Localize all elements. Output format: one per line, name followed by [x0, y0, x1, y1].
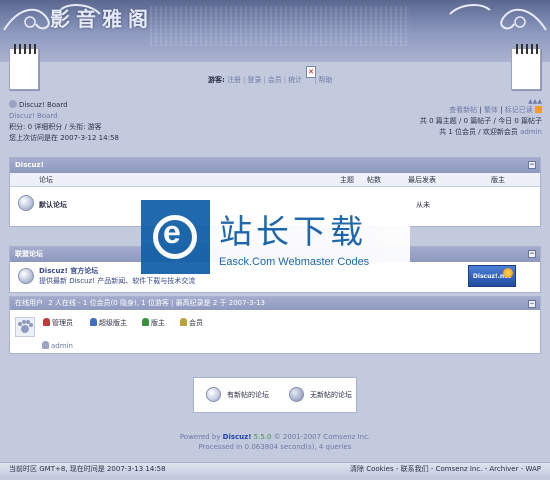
notebook-icon-right	[511, 44, 541, 90]
banner-texture	[150, 6, 410, 46]
board-stats: ▲▲▲ 查看新帖 | 繁体 | 标记已读 共 0 篇主题 / 0 篇帖子 / 今…	[420, 99, 542, 138]
member-icon	[180, 318, 187, 326]
new-posts-icon	[206, 387, 221, 402]
forum-column-header: 论坛 主题 帖数 最后发表 版主	[10, 173, 540, 187]
role-admin: 管理员	[43, 318, 73, 328]
forum-status-icon	[18, 195, 34, 211]
site-title[interactable]: 影音雅阁	[50, 3, 154, 32]
online-user: admin	[42, 341, 73, 350]
nav-help-link[interactable]: 帮助	[318, 76, 332, 84]
board-title-link[interactable]: Discuz! Board	[19, 101, 68, 109]
role-moderator: 版主	[142, 318, 165, 328]
quick-links: 查看新帖 | 繁体 | 标记已读	[420, 105, 542, 116]
processed-line: Processed in 0.063804 second(s), 4 queri…	[198, 443, 352, 451]
col-lastpost: 最后发表	[408, 176, 436, 184]
col-topics: 主题	[340, 176, 354, 184]
popup-close-icon[interactable]: ✕	[306, 66, 316, 78]
user-info: Discuz! Board Discuz! Board 积分: 0 详细积分 /…	[9, 100, 119, 144]
discuz-logo-button[interactable]: Discuz!.net	[468, 265, 516, 287]
guest-label: 游客:	[208, 76, 225, 84]
category-title[interactable]: Discuz!	[15, 161, 44, 169]
super-moderator-icon	[90, 318, 97, 326]
official-forum-desc: 提供最新 Discuz! 产品新闻、软件下载与技术交流	[39, 277, 196, 285]
discuz-version: 5.5.0	[253, 433, 272, 441]
paw-icon	[15, 317, 35, 337]
no-new-posts-icon	[289, 387, 304, 402]
board-icon	[9, 100, 17, 108]
new-member-link[interactable]: admin	[520, 128, 542, 136]
members-line: 共 1 位会员 / 欢迎新会员	[439, 128, 518, 136]
rss-icon[interactable]	[535, 106, 542, 113]
traditional-link[interactable]: 繁体	[484, 106, 498, 114]
nav-register-link[interactable]: 注册	[227, 76, 241, 84]
swirl-ornament-right	[449, 4, 547, 31]
col-posts: 帖数	[367, 176, 381, 184]
forum-name-link[interactable]: 默认论坛	[39, 200, 67, 210]
admin-icon	[43, 318, 50, 326]
online-stats: 2 人在线 - 1 位会员(0 隐身), 1 位游客 | 最高纪录是 2 于 2…	[48, 299, 266, 307]
role-super-moderator: 超级版主	[90, 318, 127, 328]
nav-stats-link[interactable]: 统计	[288, 76, 302, 84]
col-moderator: 版主	[491, 176, 505, 184]
copyright: © 2001-2007 Comsenz Inc.	[273, 433, 371, 441]
mark-read-link[interactable]: 标记已读	[505, 106, 533, 114]
notebook-icon-left	[9, 44, 39, 90]
powered-by: Powered by Discuz! 5.5.0 © 2001-2007 Com…	[0, 432, 550, 452]
watermark-logo: e	[141, 200, 210, 274]
moderator-icon	[142, 318, 149, 326]
alliance-title: 联盟论坛	[15, 250, 43, 258]
online-users-box: 在线用户 2 人在线 - 1 位会员(0 隐身), 1 位游客 | 最高纪录是 …	[9, 296, 541, 354]
forum-legend: 有新帖的论坛 无新帖的论坛	[193, 377, 357, 413]
forum-status-icon	[18, 268, 34, 284]
footer-timezone: 当前时区 GMT+8, 现在时间是 2007-3-13 14:58	[9, 465, 166, 473]
category-header: Discuz! −	[10, 158, 540, 173]
collapse-icon[interactable]: −	[528, 300, 536, 308]
official-forum-link[interactable]: Discuz! 官方论坛	[39, 266, 98, 276]
board-subtitle: Discuz! Board	[9, 112, 58, 120]
powered-prefix: Powered by	[179, 433, 221, 441]
view-new-posts-link[interactable]: 查看新帖	[449, 106, 477, 114]
watermark-cn-text: 站长下载	[219, 212, 367, 251]
header-banner: 影音雅阁	[0, 0, 550, 62]
online-title[interactable]: 在线用户	[15, 299, 43, 307]
footer-bar: 当前时区 GMT+8, 现在时间是 2007-3-13 14:58 清除 Coo…	[0, 462, 550, 475]
forum-last-post: 从未	[416, 201, 430, 209]
online-user-link[interactable]: admin	[51, 342, 73, 350]
stats-line: 共 0 篇主题 / 0 篇帖子 / 今日 0 篇帖子	[419, 117, 542, 125]
nav-login-link[interactable]: 登录	[247, 76, 261, 84]
footer-links[interactable]: 清除 Cookies - 联系我们 - Comsenz Inc. - Archi…	[350, 463, 541, 476]
col-forum: 论坛	[39, 176, 53, 184]
watermark-en-text: Easck.Com Webmaster Codes	[219, 256, 370, 268]
collapse-icon[interactable]: −	[528, 250, 536, 258]
collapse-icon[interactable]: −	[528, 161, 536, 169]
nav-members-link[interactable]: 会员	[268, 76, 282, 84]
online-header: 在线用户 2 人在线 - 1 位会员(0 隐身), 1 位游客 | 最高纪录是 …	[10, 297, 540, 310]
role-member: 会员	[180, 318, 203, 328]
online-body: 管理员 超级版主 版主 会员	[10, 310, 540, 354]
credits-line: 积分: 0 详细积分 / 头衔: 游客	[9, 123, 102, 131]
last-visit-line: 您上次访问是在 2007-3-12 14:58	[9, 134, 119, 142]
user-icon	[42, 341, 49, 349]
discuz-brand-link[interactable]: Discuz!	[223, 433, 252, 441]
watermark-overlay: e 站长下载 Easck.Com Webmaster Codes	[141, 200, 410, 274]
